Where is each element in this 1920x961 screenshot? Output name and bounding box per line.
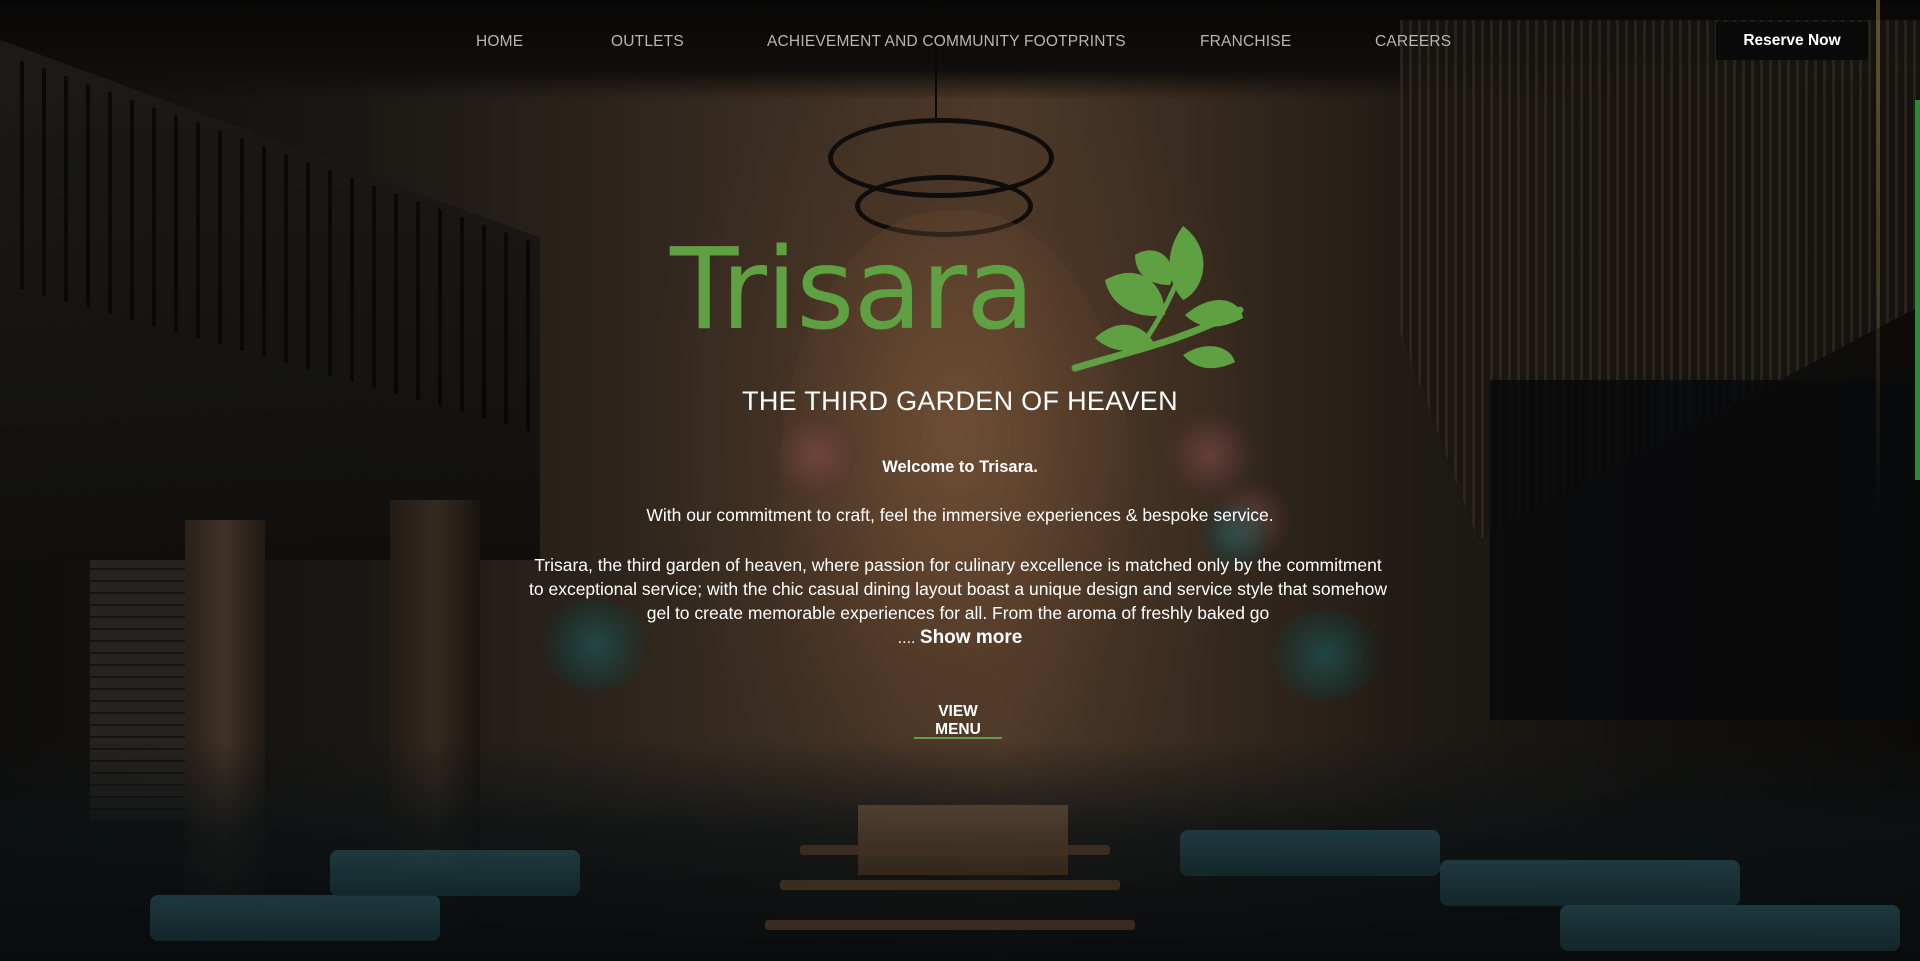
commitment-text: With our commitment to craft, feel the i…	[646, 505, 1274, 525]
show-more-row: .... Show more	[0, 627, 1920, 649]
hero-section: HOME OUTLETS ACHIEVEMENT AND COMMUNITY F…	[0, 0, 1920, 961]
top-navigation: HOME OUTLETS ACHIEVEMENT AND COMMUNITY F…	[0, 0, 1920, 86]
ellipsis-text: ....	[897, 630, 916, 647]
trisara-logo[interactable]: Trisara	[670, 220, 1250, 380]
nav-link-franchise[interactable]: FRANCHISE	[1200, 33, 1291, 51]
nav-link-outlets[interactable]: OUTLETS	[611, 33, 684, 51]
nav-link-achievement[interactable]: ACHIEVEMENT AND COMMUNITY FOOTPRINTS	[767, 33, 1126, 51]
description-text: Trisara, the third garden of heaven, whe…	[529, 555, 1387, 623]
leaf-branch-icon	[1071, 226, 1244, 372]
scrollbar-thumb[interactable]	[1915, 100, 1920, 480]
show-more-link[interactable]: Show more	[920, 627, 1022, 648]
welcome-heading: Welcome to Trisara.	[882, 458, 1038, 476]
nav-link-careers[interactable]: CAREERS	[1375, 33, 1451, 51]
nav-link-home[interactable]: HOME	[476, 33, 523, 51]
background-dim-overlay	[0, 0, 1920, 961]
view-menu-button[interactable]: VIEW MENU	[914, 701, 1002, 739]
reserve-now-button[interactable]: Reserve Now	[1716, 22, 1868, 60]
hero-tagline: THE THIRD GARDEN OF HEAVEN	[742, 386, 1178, 416]
logo-wordmark: Trisara	[670, 225, 1035, 355]
